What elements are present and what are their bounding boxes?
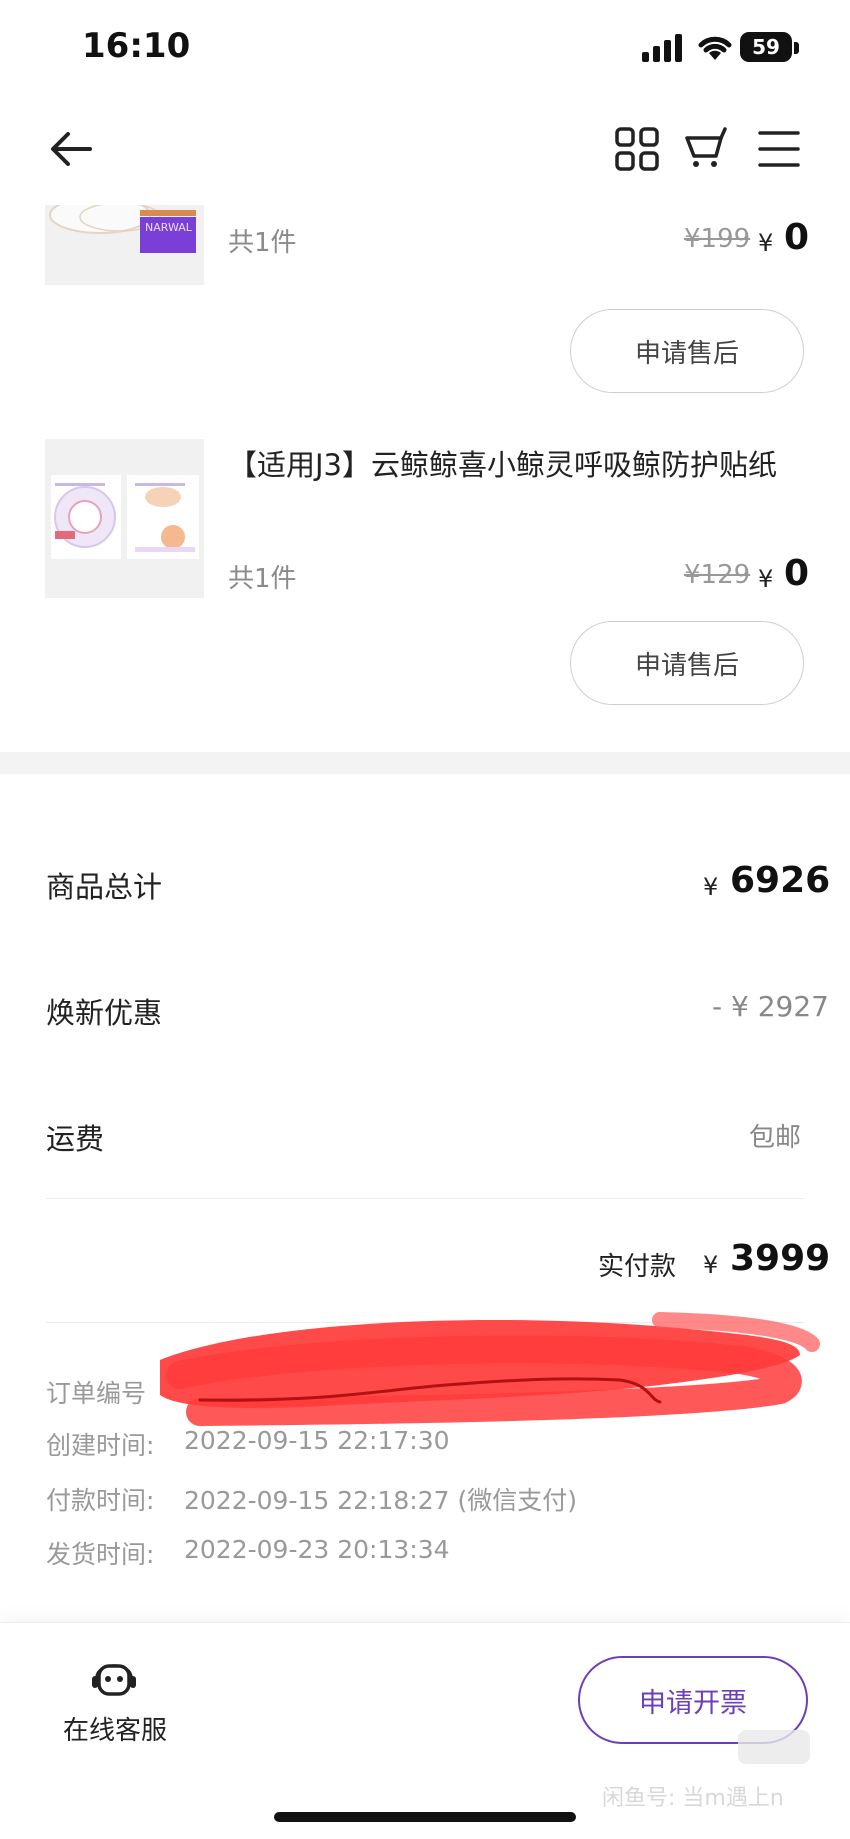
product-title[interactable]: 【适用J3】云鲸鲸喜小鲸灵呼吸鲸防护贴纸 (228, 445, 808, 486)
section-separator (0, 752, 850, 774)
product-thumbnail[interactable] (45, 439, 204, 598)
item-count: 共1件 (228, 228, 297, 258)
item-count: 共1件 (228, 564, 297, 594)
original-price: ¥129 (684, 560, 751, 590)
shipping-value: 包邮 (749, 1123, 802, 1153)
signal-icon (642, 34, 682, 62)
after-sale-button[interactable]: 申请售后 (570, 309, 804, 393)
payment-time-value: 2022-09-15 22:18:27 (微信支付) (184, 1486, 577, 1515)
status-time: 16:10 (82, 26, 191, 66)
price-currency: ¥ (758, 229, 774, 257)
redaction-scribble (160, 1312, 820, 1426)
wifi-icon (698, 36, 732, 60)
created-time-value: 2022-09-15 22:17:30 (184, 1426, 450, 1455)
home-indicator (274, 1812, 576, 1822)
goods-total-currency: ¥ (703, 873, 719, 901)
goods-total-label: 商品总计 (46, 870, 163, 904)
discount-label: 焕新优惠 (46, 996, 163, 1030)
price-now: 0 (784, 553, 810, 594)
menu-icon[interactable] (754, 124, 804, 174)
shipping-time-value: 2022-09-23 20:13:34 (184, 1535, 450, 1564)
paid-value: 3999 (730, 1238, 831, 1279)
paid-currency: ¥ (703, 1251, 719, 1279)
battery-indicator: 59 (740, 32, 792, 62)
order-number-label: 订单编号 (46, 1379, 147, 1408)
goods-total-value: 6926 (730, 860, 831, 901)
product-thumbnail[interactable]: NARWAL (45, 205, 204, 285)
thumbnail-brand-text: NARWAL (145, 221, 192, 234)
grid-icon[interactable] (612, 124, 662, 174)
paid-label: 实付款 (598, 1252, 677, 1282)
online-service-button[interactable]: 在线客服 (60, 1652, 170, 1752)
shipping-time-label: 发货时间: (46, 1540, 155, 1569)
price-currency: ¥ (758, 565, 774, 593)
discount-value: - ¥ 2927 (712, 990, 829, 1023)
after-sale-button[interactable]: 申请售后 (570, 621, 804, 705)
divider (46, 1198, 804, 1199)
original-price: ¥199 (684, 224, 751, 254)
price-now: 0 (784, 217, 810, 258)
back-arrow-icon[interactable] (46, 124, 96, 174)
online-service-label: 在线客服 (62, 1716, 167, 1746)
customer-service-icon (92, 1664, 136, 1696)
shipping-label: 运费 (46, 1122, 105, 1156)
watermark-logo (738, 1730, 810, 1764)
watermark-text: 闲鱼号: 当m遇上n (602, 1786, 784, 1811)
battery-cap (794, 42, 799, 54)
cart-icon[interactable] (683, 124, 733, 174)
payment-time-label: 付款时间: (46, 1486, 155, 1515)
created-time-label: 创建时间: (46, 1431, 155, 1460)
